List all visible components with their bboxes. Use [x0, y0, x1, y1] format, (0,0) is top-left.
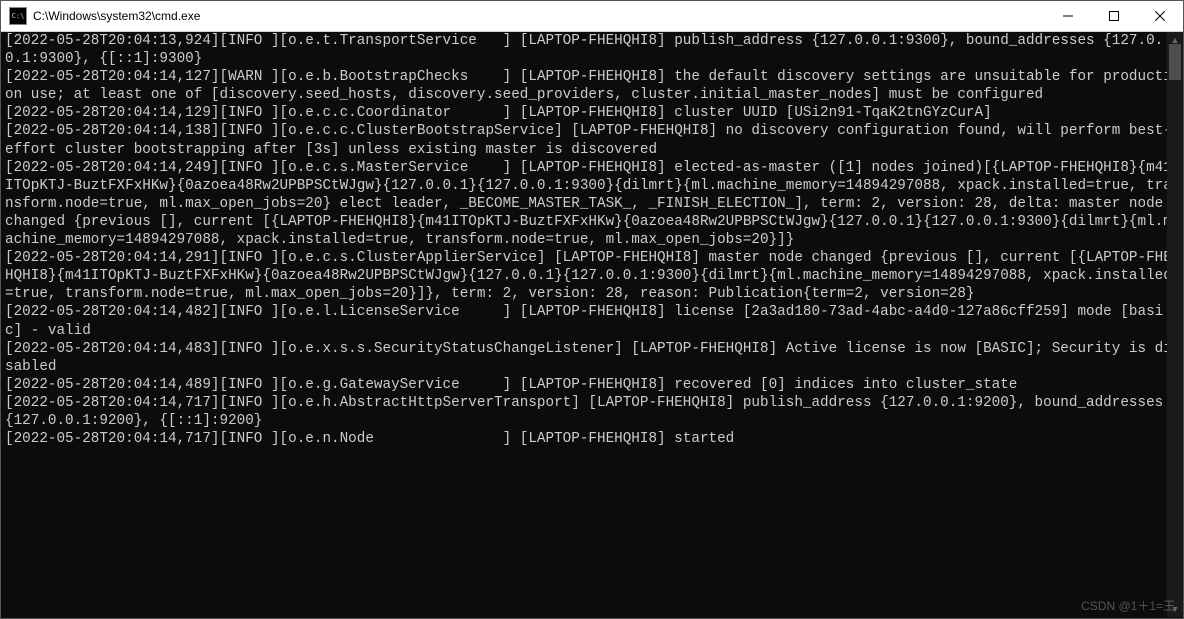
log-line: [2022-05-28T20:04:14,138][INFO ][o.e.c.c… [5, 123, 1172, 157]
log-line: [2022-05-28T20:04:14,291][INFO ][o.e.c.s… [5, 250, 1172, 302]
close-button[interactable] [1137, 1, 1183, 31]
log-line: [2022-05-28T20:04:14,717][INFO ][o.e.n.N… [5, 431, 734, 447]
log-line: [2022-05-28T20:04:14,127][WARN ][o.e.b.B… [5, 69, 1172, 103]
vertical-scrollbar[interactable]: ▲ ▼ [1167, 32, 1183, 617]
scrollbar-thumb[interactable] [1169, 44, 1181, 80]
log-line: [2022-05-28T20:04:14,483][INFO ][o.e.x.s… [5, 341, 1172, 375]
log-line: [2022-05-28T20:04:14,489][INFO ][o.e.g.G… [5, 377, 1017, 393]
cmd-window: C:\ C:\Windows\system32\cmd.exe [2022-05… [0, 0, 1184, 619]
scrollbar-down-arrow-icon[interactable]: ▼ [1167, 601, 1183, 617]
cmd-icon: C:\ [9, 7, 27, 25]
window-title: C:\Windows\system32\cmd.exe [33, 9, 200, 23]
minimize-button[interactable] [1045, 1, 1091, 31]
maximize-button[interactable] [1091, 1, 1137, 31]
titlebar[interactable]: C:\ C:\Windows\system32\cmd.exe [1, 1, 1183, 32]
log-line: [2022-05-28T20:04:14,482][INFO ][o.e.l.L… [5, 304, 1163, 338]
window-controls [1045, 1, 1183, 31]
cmd-icon-text: C:\ [12, 13, 25, 20]
log-line: [2022-05-28T20:04:14,249][INFO ][o.e.c.s… [5, 160, 1172, 248]
log-line: [2022-05-28T20:04:14,717][INFO ][o.e.h.A… [5, 395, 1172, 429]
log-line: [2022-05-28T20:04:13,924][INFO ][o.e.t.T… [5, 33, 1163, 67]
terminal-output[interactable]: [2022-05-28T20:04:13,924][INFO ][o.e.t.T… [1, 32, 1183, 618]
log-line: [2022-05-28T20:04:14,129][INFO ][o.e.c.c… [5, 105, 992, 121]
